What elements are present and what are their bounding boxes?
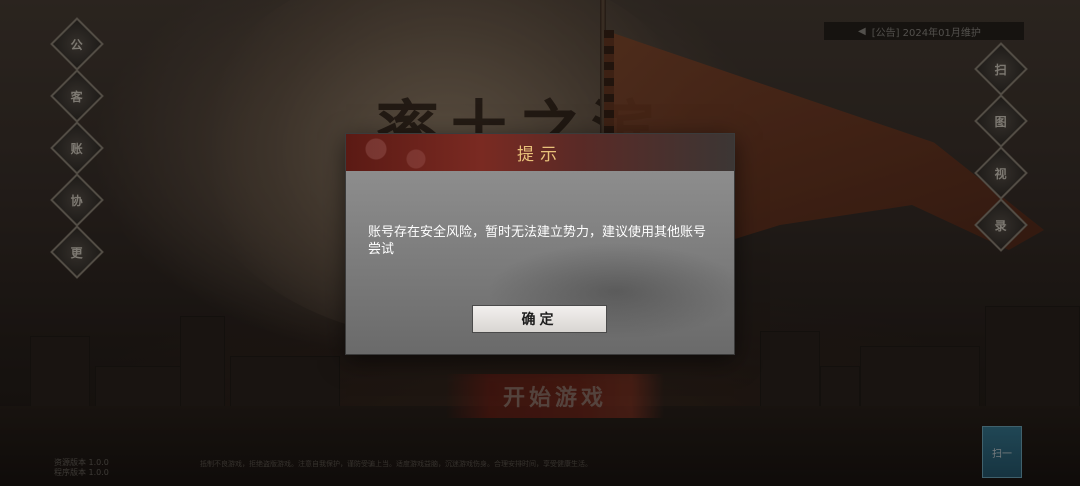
game-login-screen: 率土之滨 ◀ [公告] 2024年01月维护 公 客 账 协 更 扫 图 视 录… (0, 0, 1080, 486)
alert-dialog: 提示 账号存在安全风险，暂时无法建立势力，建议使用其他账号尝试 确定 (346, 134, 734, 354)
dialog-title: 提示 (517, 145, 563, 165)
dialog-message: 账号存在安全风险，暂时无法建立势力，建议使用其他账号尝试 (368, 225, 707, 257)
confirm-button[interactable]: 确定 (472, 305, 607, 333)
